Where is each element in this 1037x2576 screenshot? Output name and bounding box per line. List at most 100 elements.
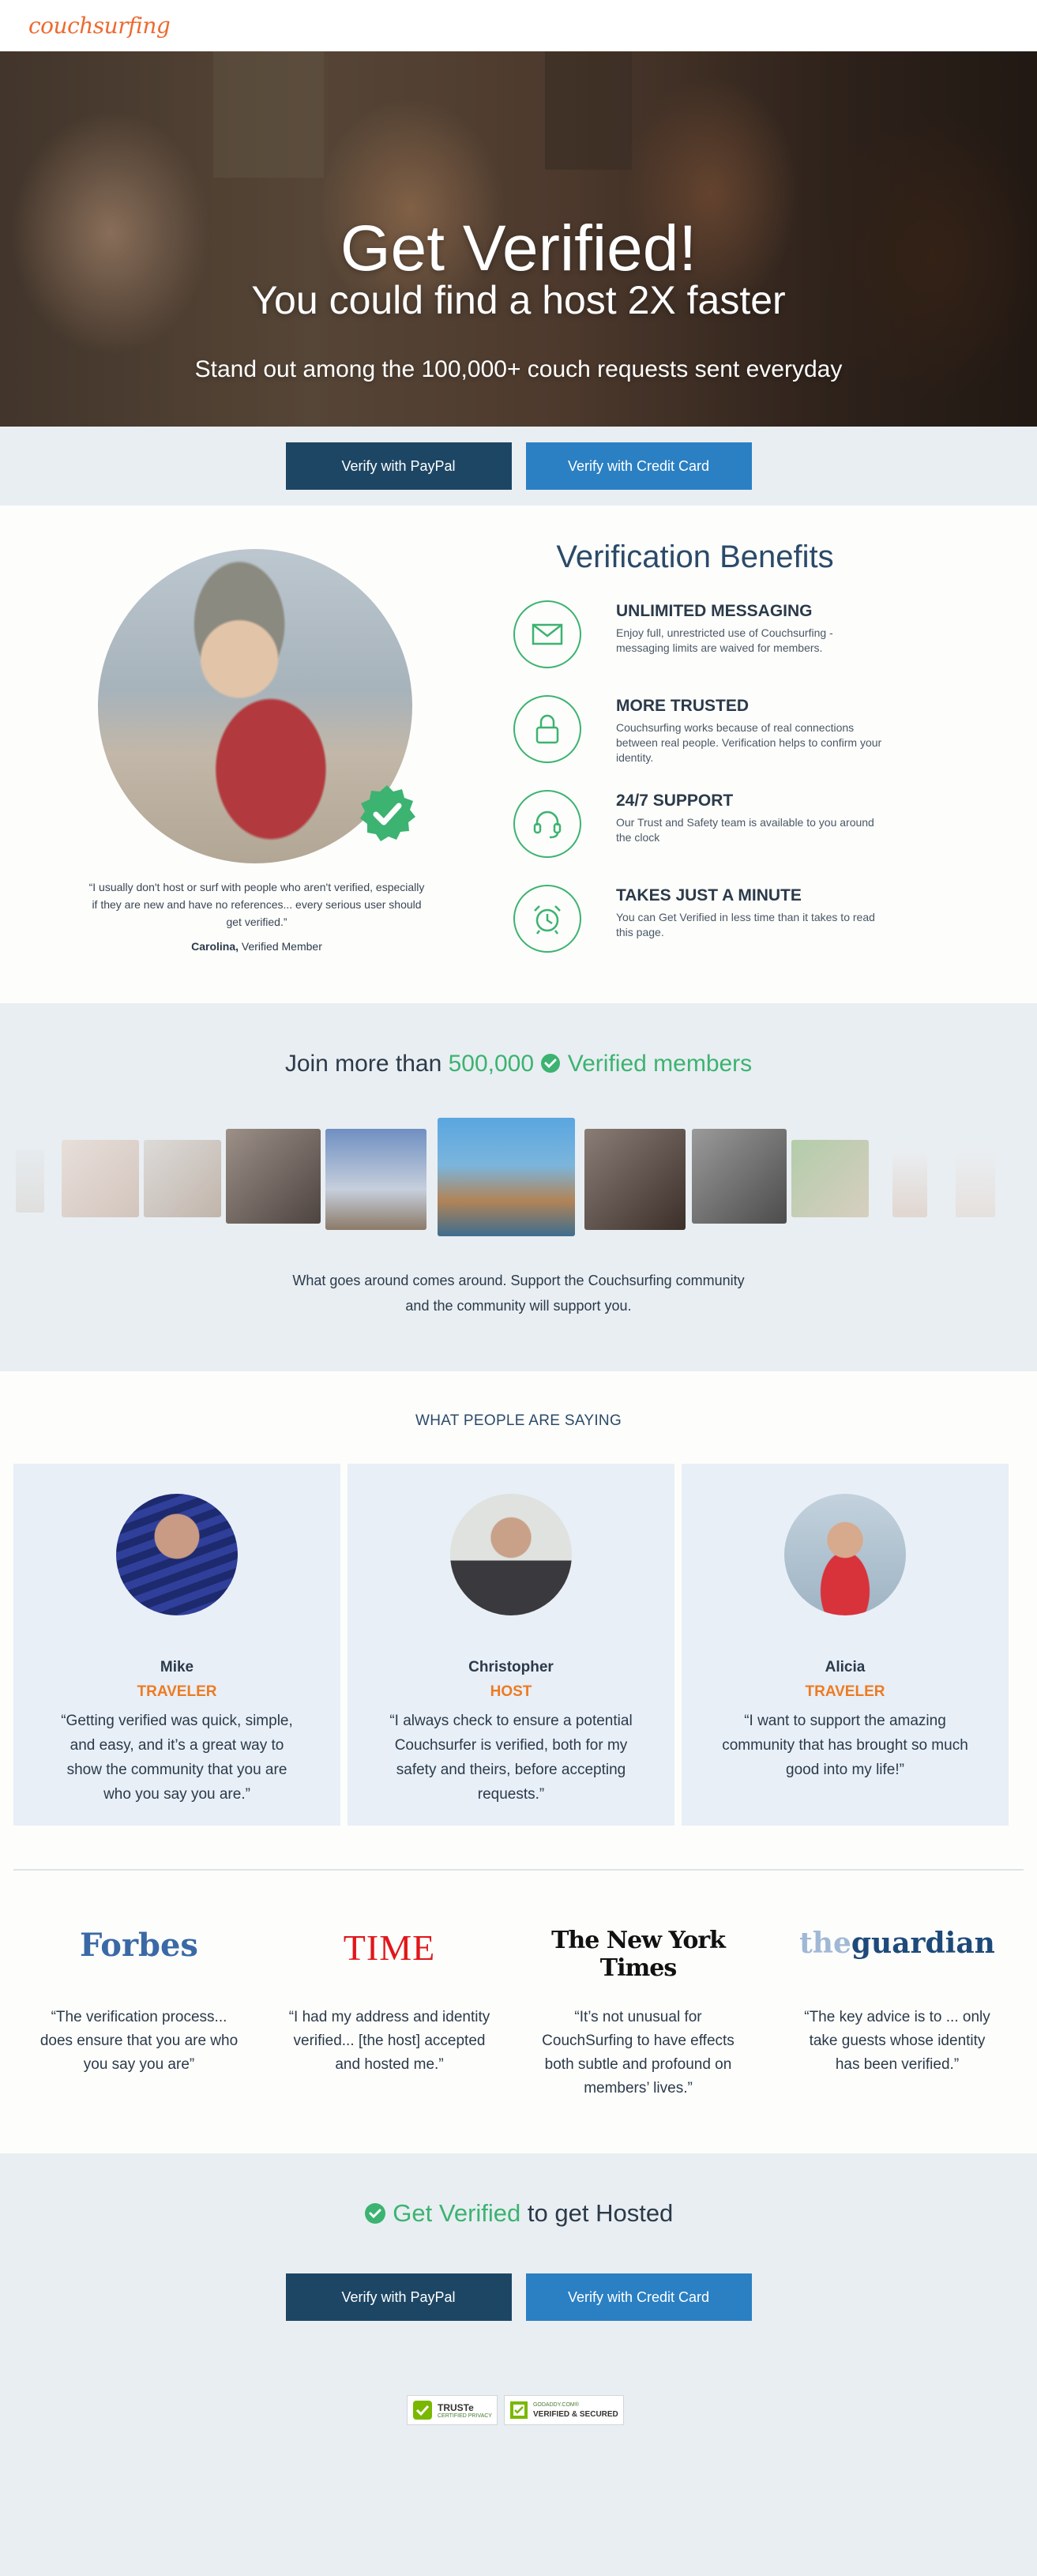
member-photo <box>325 1129 426 1230</box>
hero-tagline: Stand out among the 100,000+ couch reque… <box>194 356 843 382</box>
benefit-description: Our Trust and Safety team is available t… <box>616 816 874 844</box>
cta-buttons: Verify with PayPal Verify with Credit Ca… <box>0 2273 1037 2321</box>
testimonial-name: Mike <box>160 1659 194 1675</box>
members-description-line: and the community will support you. <box>405 1298 632 1314</box>
benefits-section: “I usually don't host or surf with peopl… <box>0 506 1037 1003</box>
testimonial-role: TRAVELER <box>805 1683 885 1700</box>
member-photo <box>16 1149 44 1213</box>
benefit-more-trusted: MORE TRUSTED Couchsurfing works because … <box>513 695 885 774</box>
member-quote-author: Carolina, Verified Member <box>87 940 426 953</box>
benefit-support: 24/7 SUPPORT Our Trust and Safety team i… <box>513 790 885 869</box>
cta-title: Get Verified to get Hosted <box>0 2199 1037 2228</box>
press-quote: “The key advice is to ... only take gues… <box>804 2009 990 2073</box>
avatar <box>116 1494 238 1615</box>
hero-banner: Get Verified! You could find a host 2X f… <box>0 51 1037 427</box>
benefit-heading: 24/7 SUPPORT <box>616 792 734 810</box>
benefit-description: Enjoy full, unrestricted use of Couchsur… <box>616 626 833 654</box>
section-divider <box>13 1869 1024 1871</box>
headset-icon <box>513 790 581 858</box>
godaddy-label: VERIFIED & SECURED <box>532 2409 618 2419</box>
member-photo-strip <box>0 1118 1037 1244</box>
members-section: Join more than 500,000 Verified members … <box>0 1003 1037 1371</box>
godaddy-badge[interactable]: GODADDY.COM® VERIFIED & SECURED <box>503 2395 624 2425</box>
press-quote: “I had my address and identity verified.… <box>288 2009 490 2073</box>
benefit-heading: UNLIMITED MESSAGING <box>616 602 813 620</box>
member-photo <box>62 1140 139 1217</box>
nytimes-logo: The New York Times <box>551 1927 726 1982</box>
join-prefix: Join more than <box>284 1051 442 1077</box>
avatar <box>450 1494 572 1615</box>
verified-members-label: Verified members <box>567 1051 753 1077</box>
testimonial-quote: “I always check to ensure a potential Co… <box>389 1713 633 1803</box>
press-item-forbes: Forbes “The verification process... does… <box>22 1877 256 2077</box>
testimonial-quote: “Getting verified was quick, simple, and… <box>61 1713 293 1803</box>
time-logo: TIME <box>343 1927 436 1968</box>
trust-badges: TRUSTe CERTIFIED PRIVACY GODADDY.COM® VERI… <box>407 2395 624 2425</box>
verify-credit-card-button[interactable]: Verify with Credit Card <box>525 2273 752 2321</box>
press-item-guardian: theguardian “The key advice is to ... on… <box>780 1877 1014 2077</box>
member-photo <box>438 1118 575 1236</box>
envelope-icon <box>513 600 581 668</box>
testimonials-title: WHAT PEOPLE ARE SAYING <box>415 1412 622 1429</box>
testimonial-role: HOST <box>490 1683 532 1700</box>
member-photo <box>956 1149 995 1217</box>
lock-icon <box>513 695 581 763</box>
testimonial-card: Alicia TRAVELER “I want to support the a… <box>682 1464 1009 1826</box>
hero-title: Get Verified! <box>340 212 697 284</box>
hero-photo-frame <box>213 51 324 178</box>
cta-title-rest: to get Hosted <box>527 2199 674 2227</box>
member-photo <box>791 1140 869 1217</box>
testimonial-name: Alicia <box>825 1659 866 1675</box>
benefit-heading: TAKES JUST A MINUTE <box>616 886 802 904</box>
forbes-logo: Forbes <box>80 1927 198 1964</box>
verified-check-icon <box>360 785 415 841</box>
testimonial-role: TRAVELER <box>137 1683 217 1700</box>
godaddy-sub: GODADDY.COM® <box>532 2401 579 2408</box>
benefit-heading: MORE TRUSTED <box>616 697 749 715</box>
truste-label: TRUSTe <box>438 2401 474 2413</box>
member-photo <box>892 1149 927 1217</box>
press-item-nytimes: The New York Times “It’s not unusual for… <box>521 1877 755 2100</box>
top-bar: couchsurfing <box>0 0 1037 51</box>
members-description: What goes around comes around. Support t… <box>0 1268 1037 1318</box>
testimonial-card: Christopher HOST “I always check to ensu… <box>348 1464 674 1826</box>
verify-button-band: Verify with PayPal Verify with Credit Ca… <box>0 427 1037 506</box>
member-photo <box>584 1129 686 1230</box>
member-photo <box>692 1129 787 1224</box>
truste-sub: CERTIFIED PRIVACY <box>438 2412 492 2419</box>
truste-seal-icon <box>413 2401 432 2420</box>
bottom-cta-section: Get Verified to get Hosted Verify with P… <box>0 2153 1037 2576</box>
member-quote-role: Verified Member <box>241 940 322 953</box>
testimonial-card: Mike TRAVELER “Getting verified was quic… <box>13 1464 340 1826</box>
guardian-logo: theguardian <box>799 1927 995 1960</box>
godaddy-seal-icon <box>509 2401 528 2419</box>
testimonial-name: Christopher <box>468 1659 554 1675</box>
verify-credit-card-button[interactable]: Verify with Credit Card <box>525 442 752 490</box>
avatar <box>784 1494 906 1615</box>
benefit-description: You can Get Verified in less time than i… <box>616 911 875 938</box>
testimonials-section: WHAT PEOPLE ARE SAYING Mike TRAVELER “Ge… <box>0 1371 1037 1877</box>
press-quote: “It’s not unusual for CouchSurfing to ha… <box>542 2009 735 2097</box>
member-photo <box>144 1140 221 1217</box>
benefit-unlimited-messaging: UNLIMITED MESSAGING Enjoy full, unrestri… <box>513 600 885 679</box>
press-quote: “The verification process... does ensure… <box>39 2009 239 2073</box>
verify-paypal-button[interactable]: Verify with PayPal <box>285 2273 512 2321</box>
hero-subtitle: You could find a host 2X faster <box>251 278 786 322</box>
members-description-line: What goes around comes around. Support t… <box>292 1273 745 1288</box>
join-headline: Join more than 500,000 Verified members <box>0 1051 1037 1077</box>
testimonial-quote: “I want to support the amazing community… <box>722 1713 968 1778</box>
cta-title-highlight: Get Verified <box>393 2199 521 2227</box>
benefits-title: Verification Benefits <box>556 540 834 574</box>
benefit-takes-a-minute: TAKES JUST A MINUTE You can Get Verified… <box>513 885 885 964</box>
hero-photo-frame <box>545 51 632 170</box>
press-section: Forbes “The verification process... does… <box>0 1877 1037 2153</box>
verify-paypal-button[interactable]: Verify with PayPal <box>285 442 512 490</box>
benefit-description: Couchsurfing works because of real conne… <box>616 721 882 764</box>
member-count: 500,000 <box>448 1051 535 1077</box>
verified-check-icon <box>541 1054 561 1073</box>
couchsurfing-logo[interactable]: couchsurfing <box>28 13 171 39</box>
member-quote-name: Carolina, <box>191 940 239 953</box>
verified-check-icon <box>364 2203 385 2224</box>
member-quote: “I usually don't host or surf with peopl… <box>88 881 425 928</box>
truste-badge[interactable]: TRUSTe CERTIFIED PRIVACY <box>407 2395 498 2425</box>
